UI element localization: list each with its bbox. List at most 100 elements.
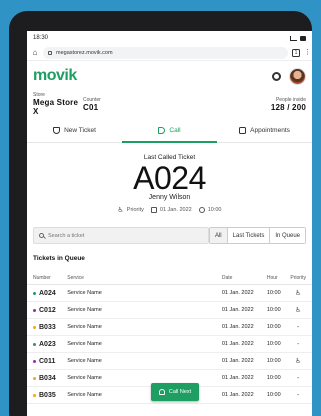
table-header: Number Service Date Hour Priority: [27, 271, 312, 285]
date-cell: 01 Jan. 2022: [221, 307, 254, 313]
service-cell: Service Name: [67, 358, 102, 364]
date-cell: 01 Jan. 2022: [221, 341, 254, 347]
priority-icon: ♿: [295, 307, 302, 314]
tablet-frame: 18:30 ⌂ megastorez.movik.com 1 ⋮ movik S…: [9, 11, 312, 416]
queue-title: Tickets in Queue: [33, 255, 85, 262]
signal-icon: [290, 35, 297, 41]
col-priority: Priority: [290, 274, 306, 281]
tab-appointments[interactable]: Appointments: [217, 119, 312, 142]
hour-cell: 10:00: [266, 358, 281, 364]
hour-cell: 10:00: [266, 307, 281, 313]
filter-segmented-control: All Last Tickets In Queue: [208, 227, 306, 244]
search-icon: [39, 233, 44, 238]
status-dot: [33, 325, 36, 329]
hour-cell: 10:00: [266, 341, 281, 347]
col-service: Service: [67, 274, 84, 281]
screen: 18:30 ⌂ megastorez.movik.com 1 ⋮ movik S…: [27, 31, 312, 416]
ticket-number-cell: A024: [39, 289, 56, 297]
service-cell: Service Name: [67, 341, 102, 347]
status-dot: [33, 291, 36, 295]
date-cell: 01 Jan. 2022: [221, 324, 254, 330]
store-value: Mega Store X: [33, 98, 79, 116]
url-text: megastorez.movik.com: [56, 49, 113, 56]
hour-cell: 10:00: [266, 290, 281, 296]
ticket-time: 10:00: [207, 207, 222, 213]
priority-icon: ♿: [295, 290, 302, 297]
table-row[interactable]: A024 Service Name 01 Jan. 2022 10:00 ♿: [27, 285, 312, 302]
date-cell: 01 Jan. 2022: [221, 290, 254, 296]
status-dot: [33, 308, 36, 312]
call-next-label: Call Next: [168, 389, 192, 395]
status-bar: 18:30: [27, 31, 312, 45]
status-time: 18:30: [33, 35, 49, 41]
tab-label: Call: [169, 127, 181, 134]
ticket-date: 01 Jan. 2022: [159, 207, 192, 213]
ticket-number-cell: C011: [39, 357, 56, 365]
service-cell: Service Name: [67, 307, 102, 313]
store-info: Store Mega Store X Counter C01 People in…: [27, 92, 312, 116]
filter-all[interactable]: All: [209, 228, 227, 243]
priority-cell: -: [297, 391, 300, 399]
col-hour: Hour: [266, 274, 278, 281]
gear-icon[interactable]: [272, 71, 281, 81]
priority-icon: ♿: [295, 358, 302, 365]
ticket-number-cell: C012: [39, 306, 56, 314]
more-menu-icon[interactable]: ⋮: [304, 49, 311, 56]
col-date: Date: [221, 274, 233, 281]
ticket-number-cell: B033: [39, 323, 56, 331]
status-dot: [33, 376, 36, 380]
priority-cell: -: [297, 340, 300, 348]
ticket-number-cell: B034: [39, 374, 56, 382]
filter-last-tickets[interactable]: Last Tickets: [226, 228, 270, 243]
browser-toolbar: ⌂ megastorez.movik.com 1 ⋮: [27, 45, 312, 61]
people-value: 128 / 200: [270, 102, 306, 112]
priority-cell: -: [297, 323, 300, 331]
url-field[interactable]: megastorez.movik.com: [43, 46, 288, 59]
calendar-icon: [150, 207, 157, 213]
filter-row: All Last Tickets In Queue: [27, 227, 312, 244]
table-row[interactable]: B033 Service Name 01 Jan. 2022 10:00 -: [27, 319, 312, 336]
lock-icon: [48, 50, 52, 55]
filter-in-queue[interactable]: In Queue: [269, 228, 305, 243]
service-cell: Service Name: [67, 290, 102, 296]
table-row[interactable]: A023 Service Name 01 Jan. 2022 10:00 -: [27, 336, 312, 353]
nav-tabs: New Ticket Call Appointments: [27, 119, 312, 143]
date-cell: 01 Jan. 2022: [221, 358, 254, 364]
col-number: Number: [33, 274, 51, 281]
status-dot: [33, 342, 36, 346]
ticket-number-cell: B035: [39, 391, 56, 399]
battery-icon: [300, 35, 306, 41]
tab-call[interactable]: Call: [122, 119, 217, 143]
priority-cell: -: [297, 374, 300, 382]
ticket-meta: ♿ Priority 01 Jan. 2022 10:00: [27, 206, 312, 214]
status-dot: [33, 393, 36, 397]
call-next-button[interactable]: Call Next: [151, 383, 199, 401]
calendar-icon: [239, 127, 247, 134]
service-cell: Service Name: [67, 324, 102, 330]
person-plus-icon: [158, 389, 165, 395]
priority-text: Priority: [126, 207, 144, 213]
hour-cell: 10:00: [266, 324, 281, 330]
counter-value: C01: [83, 102, 99, 112]
last-called-ticket: Last Called Ticket A024 Jenny Wilson ♿ P…: [27, 143, 312, 214]
tab-label: New Ticket: [64, 127, 96, 134]
table-row[interactable]: C011 Service Name 01 Jan. 2022 10:00 ♿: [27, 353, 312, 370]
logo: movik: [33, 67, 77, 84]
tab-new-ticket[interactable]: New Ticket: [27, 119, 122, 142]
tabs-count-button[interactable]: 1: [292, 48, 300, 57]
service-cell: Service Name: [67, 375, 102, 381]
ticket-number: A024: [133, 160, 206, 196]
search-input[interactable]: [48, 232, 188, 239]
search-box[interactable]: [33, 227, 209, 244]
hour-cell: 10:00: [266, 375, 281, 381]
clock-icon: [198, 207, 205, 213]
table-row[interactable]: C012 Service Name 01 Jan. 2022 10:00 ♿: [27, 302, 312, 319]
priority-icon: ♿: [117, 207, 124, 214]
status-dot: [33, 359, 36, 363]
avatar[interactable]: [289, 67, 306, 85]
home-icon[interactable]: ⌂: [31, 48, 39, 57]
ticket-name: Jenny Wilson: [148, 194, 191, 201]
tab-label: Appointments: [250, 127, 290, 134]
date-cell: 01 Jan. 2022: [221, 375, 254, 381]
hour-cell: 10:00: [266, 392, 281, 398]
